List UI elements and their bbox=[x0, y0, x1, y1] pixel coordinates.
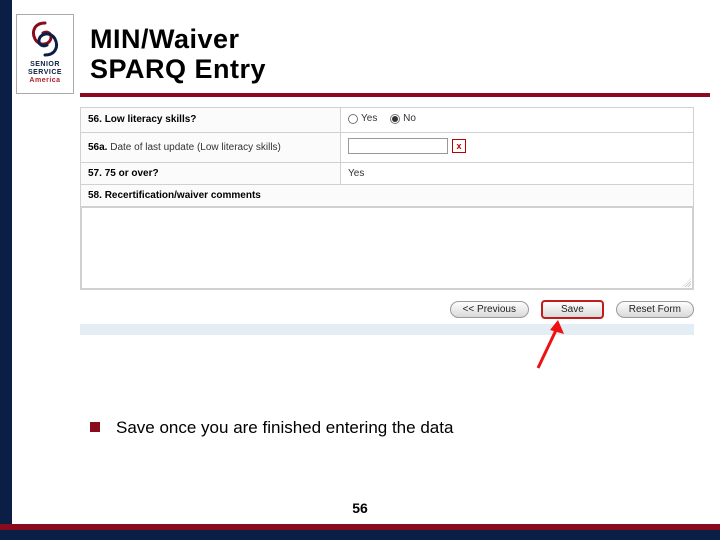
logo-line1: SENIOR bbox=[28, 61, 62, 69]
title-underline bbox=[80, 93, 710, 97]
title-line1: MIN/Waiver bbox=[90, 24, 266, 54]
row-56a: 56a. Date of last update (Low literacy s… bbox=[81, 132, 694, 162]
radio-no-label: No bbox=[403, 113, 416, 124]
bottom-bar bbox=[0, 530, 720, 540]
logo-text: SENIOR SERVICE America bbox=[28, 61, 62, 85]
page-number: 56 bbox=[0, 500, 720, 516]
slide-title: MIN/Waiver SPARQ Entry bbox=[90, 24, 266, 84]
row58-label: Recertification/waiver comments bbox=[105, 190, 261, 201]
previous-button[interactable]: << Previous bbox=[450, 301, 529, 318]
logo-swirl-icon bbox=[25, 19, 65, 59]
logo-line2: SERVICE bbox=[28, 69, 62, 77]
radio-circle-icon bbox=[348, 114, 358, 124]
reset-form-button[interactable]: Reset Form bbox=[616, 301, 694, 318]
row57-label: 75 or over? bbox=[105, 168, 159, 179]
org-logo: SENIOR SERVICE America bbox=[16, 14, 74, 94]
row56-num: 56. bbox=[88, 114, 102, 125]
footer-strip bbox=[80, 324, 694, 335]
calendar-icon[interactable]: x bbox=[452, 139, 466, 153]
date-input[interactable] bbox=[348, 138, 448, 154]
title-line2: SPARQ Entry bbox=[90, 54, 266, 84]
comments-textarea[interactable] bbox=[81, 207, 693, 289]
radio-yes[interactable]: Yes bbox=[348, 113, 377, 124]
radio-no[interactable]: No bbox=[390, 113, 416, 124]
radio-yes-label: Yes bbox=[361, 113, 377, 124]
radio-circle-filled-icon bbox=[390, 114, 400, 124]
row-58: 58. Recertification/waiver comments bbox=[81, 184, 694, 206]
row-58-box bbox=[81, 206, 694, 289]
row56a-label: Date of last update (Low literacy skills… bbox=[110, 142, 281, 153]
row-56: 56. Low literacy skills? Yes No bbox=[81, 108, 694, 133]
row58-num: 58. bbox=[88, 190, 102, 201]
left-accent-bar bbox=[0, 0, 12, 540]
date-field: x bbox=[348, 138, 466, 154]
bullet-square-icon bbox=[90, 422, 100, 432]
save-button[interactable]: Save bbox=[541, 300, 604, 319]
row56a-num: 56a. bbox=[88, 142, 107, 153]
row57-value: Yes bbox=[341, 162, 694, 184]
row56-label: Low literacy skills? bbox=[105, 114, 197, 125]
logo-line3: America bbox=[28, 77, 62, 85]
row-57: 57. 75 or over? Yes bbox=[81, 162, 694, 184]
form-table: 56. Low literacy skills? Yes No 56a. bbox=[80, 107, 694, 290]
bullet-text: Save once you are finished entering the … bbox=[116, 418, 453, 438]
row57-num: 57. bbox=[88, 168, 102, 179]
button-row: << Previous Save Reset Form bbox=[80, 295, 694, 323]
bullet-row: Save once you are finished entering the … bbox=[90, 418, 453, 438]
